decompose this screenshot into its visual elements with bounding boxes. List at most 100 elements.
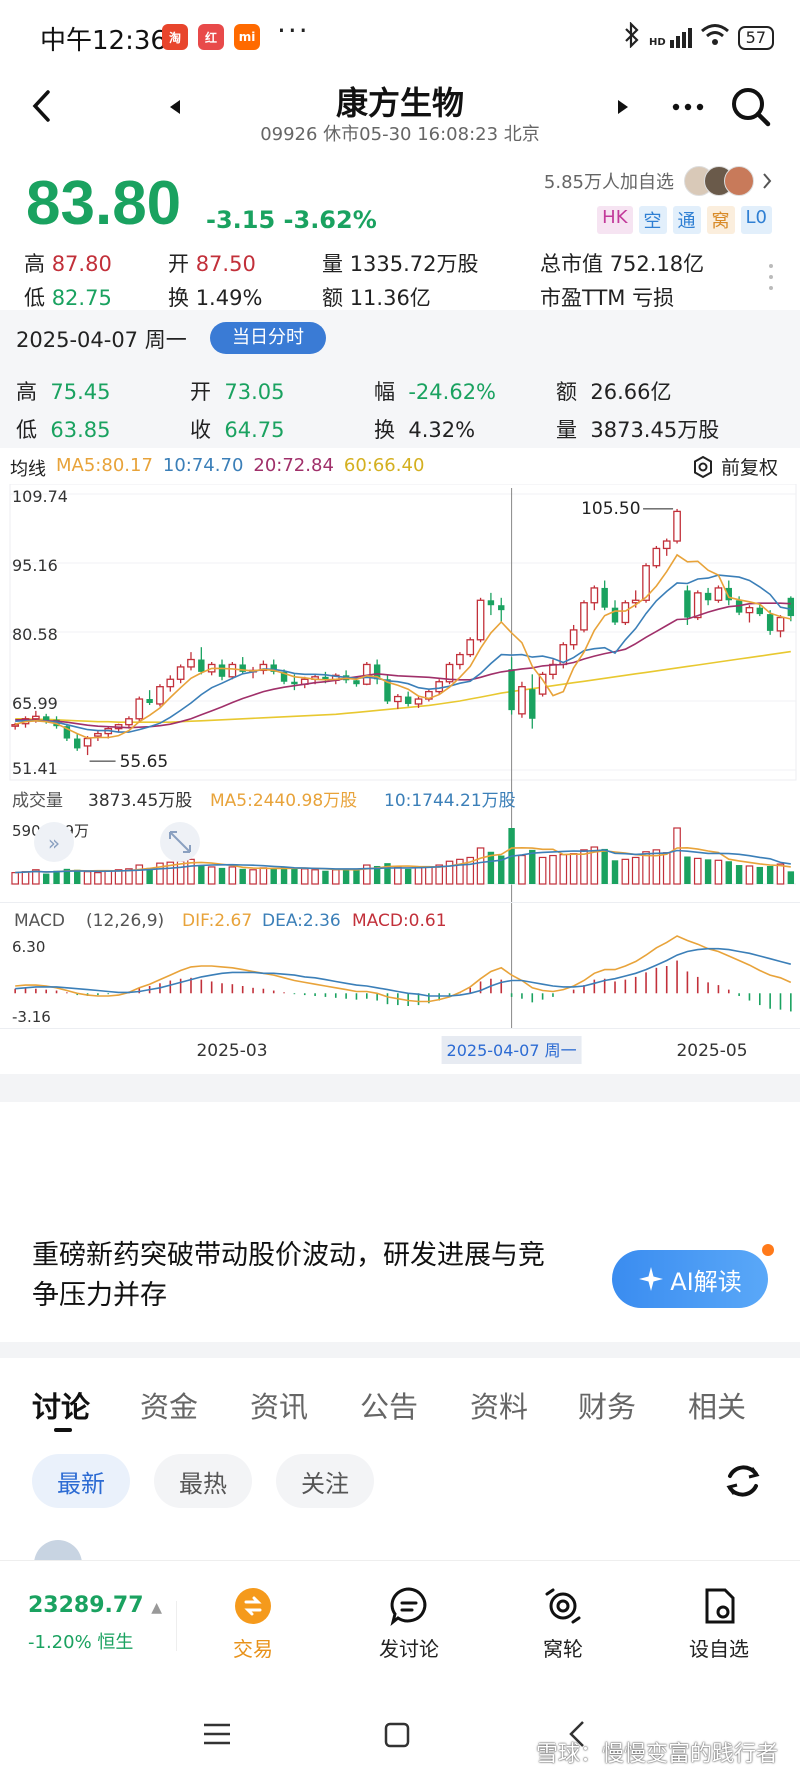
more-button[interactable] — [668, 90, 708, 124]
nav-warrants[interactable]: 窝轮 — [508, 1583, 618, 1662]
warrant-icon — [545, 1588, 581, 1624]
current-price: 83.80 — [26, 169, 182, 238]
volume-bar — [601, 848, 608, 884]
tab-financials[interactable]: 财务 — [578, 1384, 636, 1426]
wifi-icon — [700, 23, 730, 52]
home-button[interactable] — [384, 1722, 410, 1752]
volume-bar — [673, 827, 681, 885]
candle-body — [476, 599, 485, 641]
hamburger-icon — [204, 1723, 230, 1745]
tag-connect[interactable]: 通 — [672, 206, 701, 234]
nav-add-watchlist[interactable]: 设自选 — [664, 1583, 774, 1662]
more-dots-icon — [672, 103, 704, 111]
next-stock-button[interactable] — [608, 92, 638, 122]
tab-discussion[interactable]: 讨论 — [32, 1384, 90, 1426]
tag-warrant[interactable]: 窝 — [706, 206, 735, 234]
volume-bar — [42, 873, 50, 884]
index-change: -1.20% 恒生 — [28, 1632, 134, 1653]
ma10-value: 10:74.70 — [162, 455, 244, 476]
tab-related[interactable]: 相关 — [688, 1384, 746, 1426]
tab-announcements[interactable]: 公告 — [360, 1384, 418, 1426]
volume-bar — [11, 872, 19, 885]
volume-bar — [559, 854, 568, 885]
macd-top-label: 6.30 — [12, 938, 45, 956]
chip-following[interactable]: 关注 — [276, 1454, 374, 1508]
volume-value: 3873.45万股 — [88, 791, 192, 811]
macd-dif: DIF:2.67 — [182, 911, 252, 931]
candle-body — [580, 602, 588, 631]
watchers-text: 5.85万人加自选 — [543, 172, 674, 193]
notification-app-icon: 红 — [198, 24, 224, 50]
volume-bar — [684, 856, 691, 884]
tab-news[interactable]: 资讯 — [250, 1384, 308, 1426]
sort-chips: 最新 最热 关注 — [0, 1454, 800, 1514]
volume-bar — [518, 854, 526, 885]
tag-hk[interactable]: HK — [597, 206, 633, 234]
volume-bar — [621, 858, 630, 885]
tag-short[interactable]: 空 — [638, 206, 667, 234]
index-up-icon: ▲ — [151, 1600, 162, 1616]
volume-bar — [631, 856, 640, 885]
y-tick-label: 109.74 — [12, 487, 68, 506]
ai-summary-banner[interactable]: 重磅新药突破带动股价波动，研发进展与竞争压力并存 AI解读 — [0, 1200, 800, 1342]
square-icon — [384, 1722, 410, 1748]
nav-trade[interactable]: 交易 — [198, 1583, 308, 1662]
divider — [0, 1342, 800, 1358]
stat-pe: 市盈TTM 亏损 — [540, 286, 675, 310]
candle-body — [662, 540, 671, 550]
tab-funds[interactable]: 资金 — [140, 1384, 198, 1426]
ai-interpret-button[interactable]: AI解读 — [612, 1250, 768, 1308]
menu-button[interactable] — [202, 1722, 232, 1750]
index-ticker[interactable]: 23289.77 ▲ -1.20% 恒生 — [28, 1593, 162, 1654]
volume-bar — [353, 869, 360, 884]
volume-bar — [476, 847, 485, 885]
candle-body — [487, 600, 495, 606]
day-volume: 量 3873.45万股 — [556, 418, 720, 442]
sparkle-icon — [639, 1267, 664, 1291]
candle-body — [518, 686, 526, 715]
chip-hot[interactable]: 最热 — [154, 1454, 252, 1508]
more-notifications-icon: ··· — [277, 14, 310, 47]
status-bar: 中午12:36 淘 红 mi ··· HD 57 — [0, 0, 800, 72]
candle-body — [766, 614, 774, 631]
refresh-button[interactable] — [722, 1460, 764, 1506]
ma-label[interactable]: 均线 — [10, 455, 46, 481]
adjust-button[interactable]: 前复权 — [691, 453, 778, 480]
selected-date: 2025-04-07 周一 — [16, 328, 187, 352]
volume-bar — [21, 871, 30, 885]
taobao-app-icon: 淘 — [162, 24, 188, 50]
day-low: 低 63.85 — [16, 418, 111, 442]
nav-post[interactable]: 发讨论 — [354, 1583, 464, 1662]
macd-bottom-label: -3.16 — [12, 1008, 51, 1026]
nav-trade-label: 交易 — [233, 1637, 273, 1661]
intraday-button[interactable]: 当日分时 — [210, 322, 326, 354]
tag-level[interactable]: L0 — [740, 206, 772, 234]
kline-chart[interactable]: 成交量3873.45万股MA5:2440.98万股10:1744.21万股590… — [0, 484, 800, 1194]
new-dot-badge — [762, 1244, 774, 1256]
day-amount: 额 26.66亿 — [556, 380, 672, 404]
x-tick-selected: 2025-04-07 周一 — [447, 1041, 577, 1060]
day-amplitude: 幅 -24.62% — [374, 380, 497, 404]
candle-body — [714, 587, 723, 601]
volume-bar — [538, 856, 547, 885]
volume-bar — [94, 872, 102, 885]
volume-bar — [198, 865, 205, 884]
search-icon — [732, 88, 771, 127]
y-tick-label: 65.99 — [12, 694, 58, 713]
chip-latest[interactable]: 最新 — [32, 1454, 130, 1508]
stats-more-icon[interactable] — [768, 262, 774, 296]
day-detail-panel: 2025-04-07 周一 当日分时 高 75.45 开 73.05 幅 -24… — [0, 310, 800, 448]
candle-body — [756, 607, 764, 615]
ai-headline: 重磅新药突破带动股价波动，研发进展与竞争压力并存 — [32, 1240, 545, 1311]
volume-bar — [745, 865, 754, 885]
volume-bar — [322, 870, 329, 884]
volume-bar — [549, 854, 557, 885]
search-button[interactable] — [728, 84, 774, 130]
watchlist-count[interactable]: 5.85万人加自选 — [544, 166, 772, 196]
candle-body — [94, 732, 102, 737]
chevron-right-icon — [763, 173, 772, 189]
tab-profile[interactable]: 资料 — [470, 1384, 528, 1426]
candle-body — [787, 597, 795, 617]
candle-body — [456, 653, 464, 666]
candle-body — [590, 587, 599, 604]
